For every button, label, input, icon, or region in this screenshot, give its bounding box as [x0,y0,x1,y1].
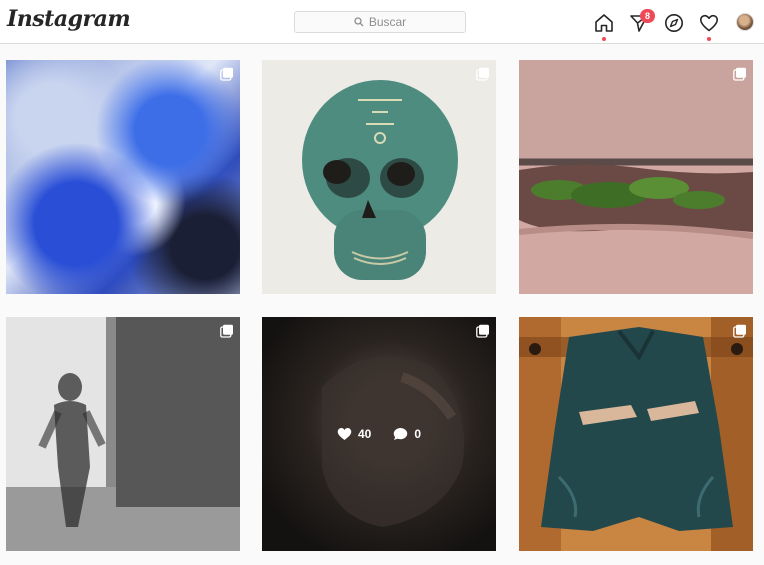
likes-stat: 40 [337,427,371,441]
post-image [519,327,753,531]
search-input[interactable]: Buscar [294,11,466,33]
multiple-images-icon [220,67,233,81]
home-active-dot [602,37,606,41]
post-image [519,164,753,239]
post-tile[interactable] [6,317,240,551]
post-tile[interactable] [519,60,753,294]
post-tile[interactable] [6,60,240,294]
multiple-images-icon [733,67,746,81]
post-tile[interactable]: 40 0 [262,317,496,551]
comments-count: 0 [414,427,422,441]
multiple-images-icon [733,324,746,338]
post-image [302,80,458,280]
multiple-images-icon [476,67,489,81]
home-icon[interactable] [594,13,614,33]
multiple-images-icon [476,324,489,338]
post-tile[interactable] [519,317,753,551]
top-navigation-bar: Instagram Buscar 8 [0,0,764,44]
profile-avatar[interactable] [736,13,754,31]
search-placeholder: Buscar [368,15,407,29]
heart-filled-icon [337,428,352,440]
activity-dot [707,37,711,41]
multiple-images-icon [220,324,233,338]
likes-count: 40 [357,427,372,441]
explore-compass-icon[interactable] [664,13,684,33]
search-icon [354,17,364,27]
activity-heart-icon[interactable] [699,13,719,33]
post-image [6,317,240,551]
post-tile[interactable] [262,60,496,294]
instagram-logo[interactable]: Instagram [7,6,131,32]
comments-stat: 0 [393,427,421,441]
comment-filled-icon [394,428,408,440]
post-hover-overlay: 40 0 [262,317,496,551]
messages-badge: 8 [640,9,655,23]
